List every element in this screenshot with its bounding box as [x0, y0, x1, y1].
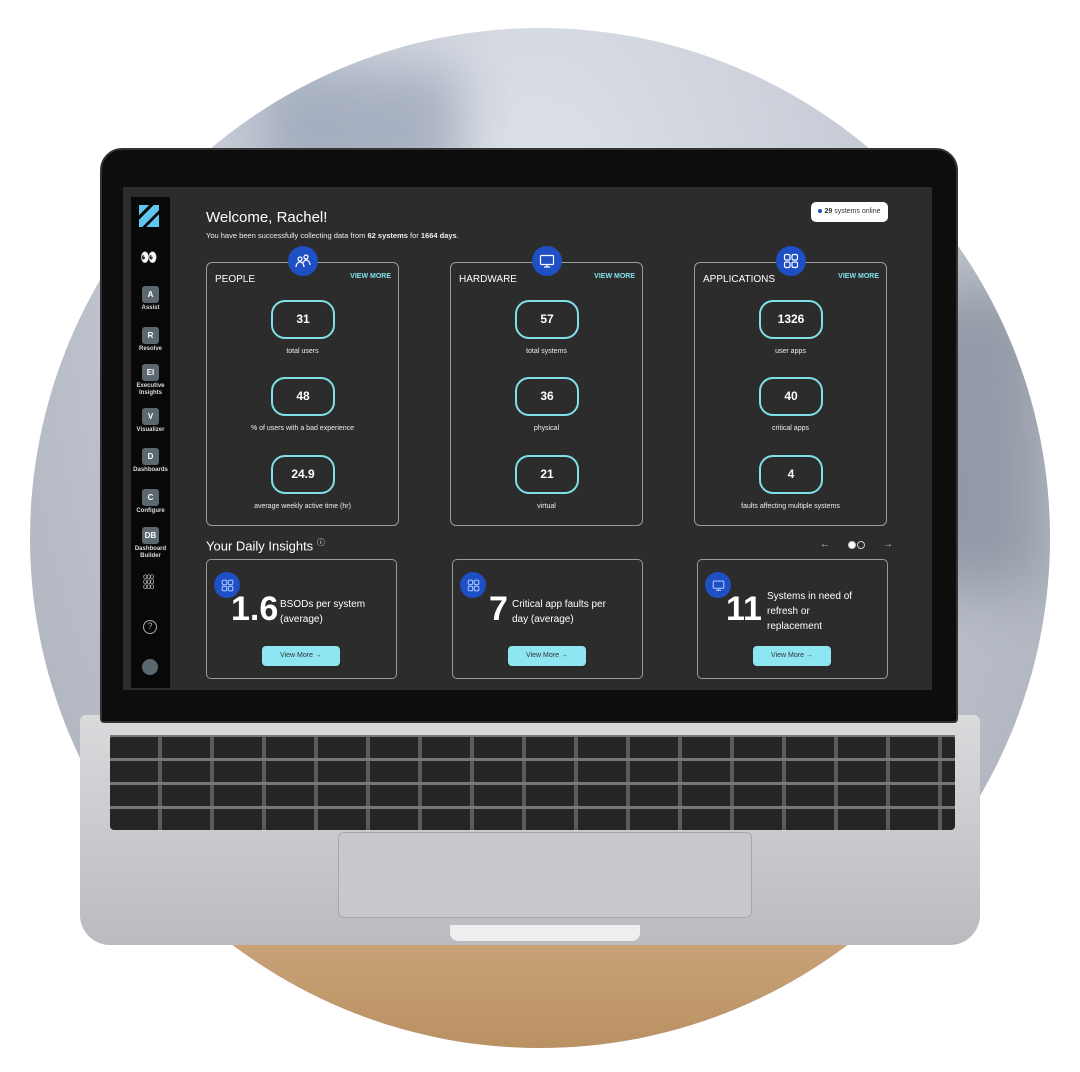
carousel-dot-active[interactable]	[848, 540, 856, 549]
nav-badge: DB	[142, 527, 159, 544]
monitor-icon	[532, 246, 562, 276]
sidebar-item-executive-insights[interactable]: EI Executive Insights	[131, 364, 170, 397]
insight-value: 11	[726, 590, 762, 628]
stat-label: total users	[286, 348, 319, 355]
nav-label: Dashboard Builder	[134, 546, 167, 559]
help-icon[interactable]: ⓘ	[317, 538, 325, 547]
nav-badge: C	[142, 489, 159, 506]
sidebar-item-assist[interactable]: A Assist	[131, 286, 170, 312]
sidebar-item-resolve[interactable]: R Resolve	[131, 327, 170, 353]
nav-label: Assist	[141, 305, 160, 311]
welcome-title: Welcome, Rachel!	[206, 209, 328, 226]
summary-text: .	[456, 231, 459, 240]
apps-grid-icon	[776, 246, 806, 276]
stat-value: 40	[759, 377, 823, 416]
view-more-link[interactable]: VIEW MORE	[838, 273, 879, 280]
nav-badge: A	[142, 286, 159, 303]
card-title: HARDWARE	[459, 274, 517, 285]
stat-value: 57	[515, 300, 579, 339]
insight-card-bsod: 1.6 BSODs per system (average) View More…	[206, 559, 397, 679]
hardware-card: HARDWARE VIEW MORE 57 total systems 36 p…	[450, 246, 643, 526]
stat-value: 36	[515, 377, 579, 416]
card-title: PEOPLE	[215, 274, 256, 285]
collection-summary: You have been successfully collecting da…	[206, 231, 459, 240]
insight-desc: BSODs per system (average)	[280, 599, 366, 625]
summary-text: for	[407, 231, 421, 240]
stat-label: faults affecting multiple systems	[741, 503, 840, 510]
status-dot	[818, 209, 823, 214]
insight-card-refresh: 11 Systems in need of refresh or replace…	[697, 559, 888, 679]
view-more-link[interactable]: VIEW MORE	[350, 273, 391, 280]
keyboard-rows	[110, 735, 955, 830]
insight-desc: Critical app faults per day (average)	[512, 599, 606, 625]
stat-value: 4	[759, 455, 823, 494]
nav-label: Visualizer	[136, 427, 165, 433]
desk	[30, 928, 1050, 1048]
nav-label: Executive Insights	[136, 383, 165, 396]
apps-grid-icon	[460, 572, 486, 598]
trackpad	[338, 832, 752, 918]
sidebar-item-visualizer[interactable]: V Visualizer	[131, 408, 170, 434]
insights-carousel-nav: ← →	[820, 539, 893, 550]
nav-badge: D	[142, 448, 159, 465]
sidebar-item-configure[interactable]: C Configure	[131, 489, 170, 515]
stat-value: 21	[515, 455, 579, 494]
insight-desc: Systems in need of refresh or replacemen…	[767, 591, 853, 632]
stat-label: total systems	[526, 348, 567, 355]
systems-online-badge[interactable]: 29 systems online	[811, 202, 888, 222]
view-more-button[interactable]: View More →	[753, 646, 831, 666]
insight-card-app-faults: 7 Critical app faults per day (average) …	[452, 559, 643, 679]
people-icon	[288, 246, 318, 276]
help-icon[interactable]: ?	[143, 620, 157, 634]
binoculars-icon[interactable]: 👀	[140, 249, 157, 266]
days-count: 1664 days	[420, 231, 457, 240]
user-avatar-icon[interactable]	[142, 659, 158, 675]
card-title: APPLICATIONS	[703, 274, 776, 285]
sidebar-item-dashboards[interactable]: D Dashboards	[131, 448, 170, 474]
dashboard-screen: 👀 A Assist R Resolve EI Executive Insights …	[123, 187, 932, 690]
nav-badge: V	[142, 408, 159, 425]
sidebar-item-dashboard-builder[interactable]: DB Dashboard Builder	[131, 527, 170, 560]
view-more-button[interactable]: View More →	[508, 646, 586, 666]
nav-badge: R	[142, 327, 159, 344]
nav-label: Resolve	[138, 346, 162, 352]
sidebar: 👀 A Assist R Resolve EI Executive Insights …	[131, 197, 170, 688]
insights-heading: Your Daily Insights ⓘ	[206, 537, 325, 553]
nav-label: Dashboards	[133, 467, 168, 473]
apps-launcher-icon[interactable]: ooo ooo ooo	[143, 573, 154, 591]
logo[interactable]	[139, 205, 159, 227]
view-more-button[interactable]: View More →	[262, 646, 340, 666]
online-label: systems online	[832, 208, 881, 215]
stat-label: user apps	[775, 348, 806, 355]
stat-label: average weekly active time (hr)	[254, 503, 351, 510]
summary-text: You have been successfully collecting da…	[206, 231, 368, 240]
insights-title: Your Daily Insights	[206, 538, 314, 554]
insight-value: 7	[489, 590, 508, 628]
stat-label: critical apps	[772, 425, 809, 432]
stat-value: 24.9	[271, 455, 335, 494]
nav-badge: EI	[142, 364, 159, 381]
stat-label: % of users with a bad experience	[250, 425, 355, 432]
prev-arrow-icon[interactable]: ←	[820, 539, 830, 550]
stat-value: 48	[271, 377, 335, 416]
stat-value: 31	[271, 300, 335, 339]
next-arrow-icon[interactable]: →	[883, 539, 893, 550]
stat-label: virtual	[537, 503, 556, 510]
stat-label: physical	[533, 425, 560, 432]
laptop-lip	[450, 925, 640, 941]
people-card: PEOPLE VIEW MORE 31 total users 48 % of …	[206, 246, 399, 526]
nav-label: Configure	[136, 508, 165, 514]
insight-value: 1.6	[231, 590, 279, 628]
applications-card: APPLICATIONS VIEW MORE 1326 user apps 40…	[694, 246, 887, 526]
stat-value: 1326	[759, 300, 823, 339]
carousel-dot[interactable]	[857, 540, 865, 549]
systems-count: 62 systems	[367, 231, 408, 240]
view-more-link[interactable]: VIEW MORE	[594, 273, 635, 280]
